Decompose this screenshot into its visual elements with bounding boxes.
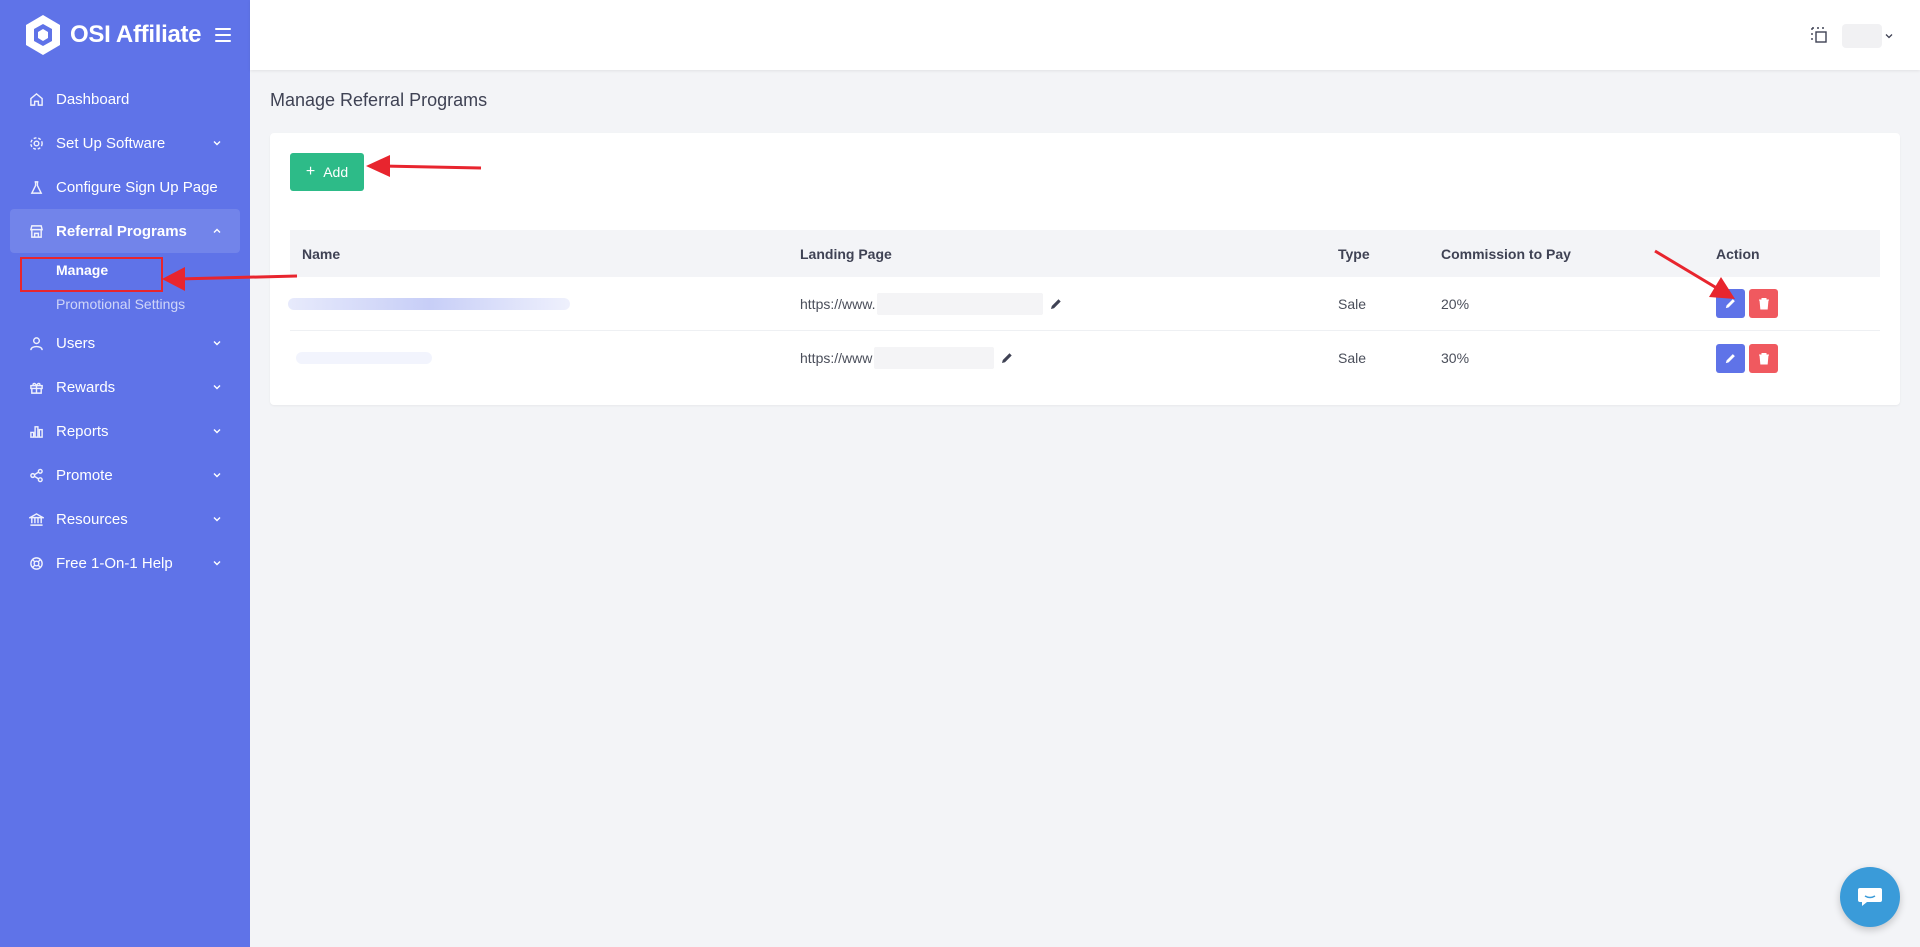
- chat-icon: [1858, 888, 1882, 906]
- chat-support-button[interactable]: [1840, 867, 1900, 927]
- annotation-arrow-to-edit: [1654, 249, 1735, 299]
